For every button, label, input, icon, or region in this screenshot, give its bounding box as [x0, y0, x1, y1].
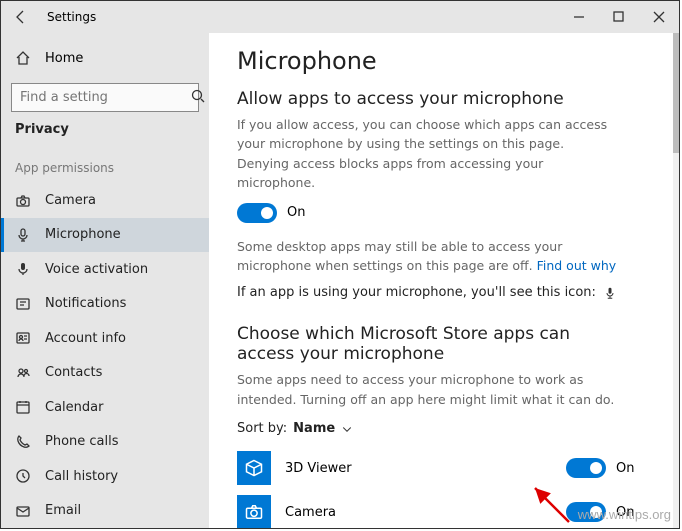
- find-out-why-link[interactable]: Find out why: [537, 258, 617, 273]
- sidebar-item-camera[interactable]: Camera: [1, 183, 209, 217]
- allow-access-toggle[interactable]: [237, 203, 277, 223]
- back-button[interactable]: [1, 1, 41, 33]
- app-icon-3d-viewer: [237, 451, 271, 485]
- camera-icon: [15, 193, 31, 209]
- search-box[interactable]: [11, 83, 199, 112]
- app-name: Camera: [285, 505, 552, 520]
- sidebar-item-notifications[interactable]: Notifications: [1, 287, 209, 321]
- maximize-icon: [611, 9, 627, 25]
- allow-access-state: On: [287, 205, 305, 220]
- calendar-icon: [15, 399, 31, 415]
- nav-label: Contacts: [45, 365, 102, 380]
- desktop-apps-note: Some desktop apps may still be able to a…: [237, 237, 617, 276]
- sort-selector[interactable]: Sort by: Name: [237, 421, 651, 436]
- sidebar-item-account-info[interactable]: Account info: [1, 321, 209, 355]
- sidebar-item-contacts[interactable]: Contacts: [1, 356, 209, 390]
- sidebar-item-email[interactable]: Email: [1, 494, 209, 528]
- app-row-3d-viewer: 3D Viewer On: [237, 446, 651, 490]
- chevron-down-icon: [341, 423, 353, 435]
- content-pane: Microphone Allow apps to access your mic…: [209, 33, 679, 528]
- notifications-icon: [15, 296, 31, 312]
- page-title: Microphone: [237, 47, 651, 75]
- nav-label: Call history: [45, 469, 118, 484]
- in-use-line: If an app is using your microphone, you'…: [237, 285, 651, 300]
- app-toggle-state: On: [616, 461, 634, 476]
- app-toggle-3d-viewer[interactable]: [566, 458, 606, 478]
- sidebar-item-voice-activation[interactable]: Voice activation: [1, 252, 209, 286]
- choose-description: Some apps need to access your microphone…: [237, 370, 617, 409]
- account-icon: [15, 330, 31, 346]
- voice-icon: [15, 261, 31, 277]
- category-header: Privacy: [1, 122, 209, 147]
- close-icon: [651, 9, 667, 25]
- home-nav[interactable]: Home: [1, 41, 209, 75]
- nav-label: Email: [45, 503, 81, 518]
- sort-value: Name: [293, 421, 335, 436]
- home-icon: [15, 50, 31, 66]
- microphone-icon: [15, 227, 31, 243]
- search-input[interactable]: [20, 90, 190, 105]
- minimize-icon: [571, 9, 587, 25]
- sidebar: Home Privacy App permissions Camera Micr…: [1, 33, 209, 528]
- sidebar-item-calendar[interactable]: Calendar: [1, 390, 209, 424]
- arrow-left-icon: [13, 9, 29, 25]
- maximize-button[interactable]: [599, 1, 639, 33]
- nav-label: Account info: [45, 331, 126, 346]
- sidebar-item-microphone[interactable]: Microphone: [1, 218, 209, 252]
- allow-heading: Allow apps to access your microphone: [237, 89, 651, 109]
- allow-description: If you allow access, you can choose whic…: [237, 115, 617, 193]
- nav-label: Calendar: [45, 400, 103, 415]
- nav-label: Phone calls: [45, 434, 119, 449]
- phone-icon: [15, 434, 31, 450]
- scrollbar-thumb[interactable]: [673, 33, 679, 153]
- minimize-button[interactable]: [559, 1, 599, 33]
- sidebar-item-phone-calls[interactable]: Phone calls: [1, 425, 209, 459]
- home-label: Home: [45, 51, 83, 66]
- app-name: 3D Viewer: [285, 461, 552, 476]
- history-icon: [15, 468, 31, 484]
- nav-label: Notifications: [45, 296, 126, 311]
- close-button[interactable]: [639, 1, 679, 33]
- watermark: www.wintips.org: [578, 507, 671, 522]
- window-title: Settings: [41, 10, 96, 24]
- microphone-indicator-icon: [604, 286, 616, 300]
- sidebar-item-call-history[interactable]: Call history: [1, 459, 209, 493]
- contacts-icon: [15, 365, 31, 381]
- app-icon-camera: [237, 495, 271, 528]
- titlebar: Settings: [1, 1, 679, 33]
- nav-label: Camera: [45, 193, 96, 208]
- nav-label: Microphone: [45, 227, 121, 242]
- email-icon: [15, 503, 31, 519]
- nav-label: Voice activation: [45, 262, 148, 277]
- search-icon: [190, 88, 206, 108]
- group-header: App permissions: [1, 147, 209, 183]
- choose-heading: Choose which Microsoft Store apps can ac…: [237, 324, 617, 364]
